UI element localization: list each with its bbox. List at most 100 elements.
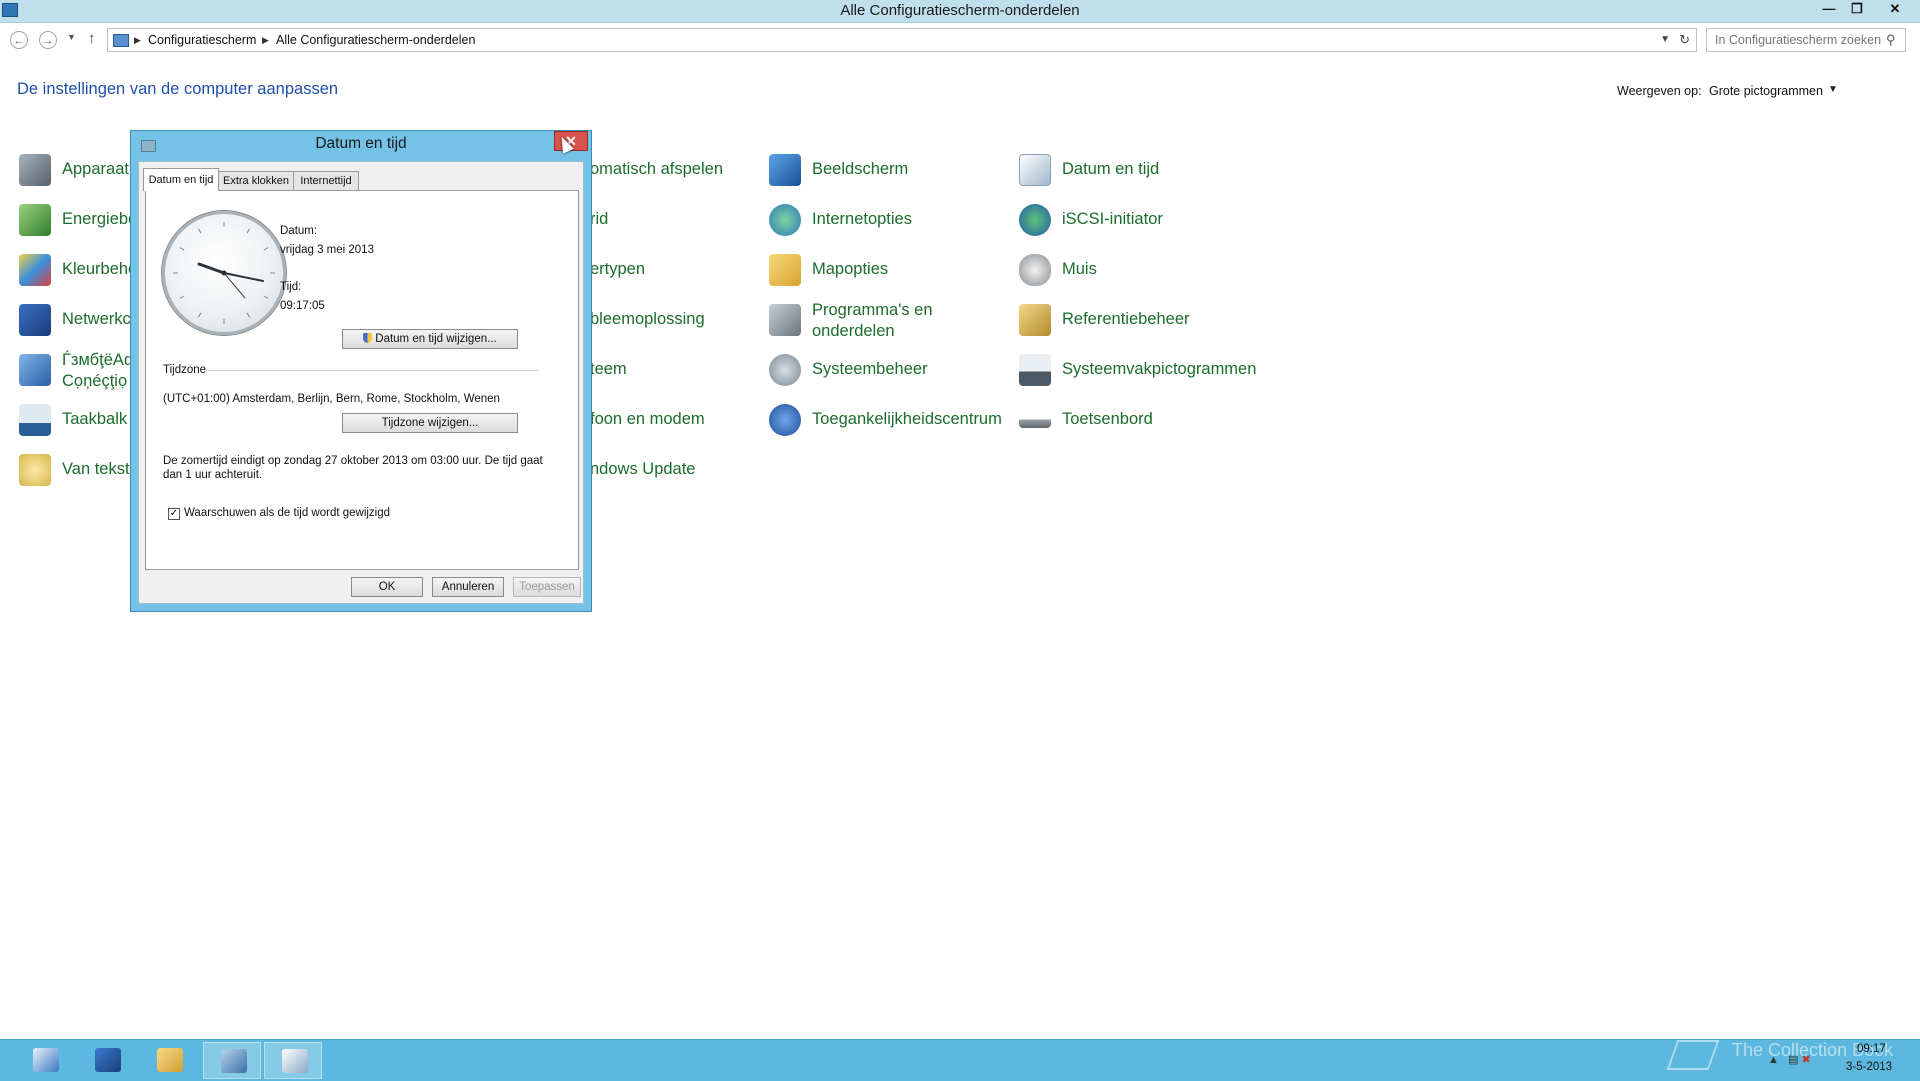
breadcrumb-separator-icon: ▶	[134, 35, 141, 45]
display-icon	[769, 154, 801, 186]
forward-button[interactable]: →	[39, 31, 57, 49]
item-beeldscherm[interactable]: Beeldscherm	[769, 150, 1009, 194]
apply-button[interactable]: Toepassen	[513, 577, 581, 597]
close-window-button[interactable]: ✕	[1882, 0, 1908, 18]
item-label: Beeldscherm	[812, 160, 909, 178]
item-label: ertypen	[590, 260, 646, 278]
page-heading: De instellingen van de computer aanpasse…	[17, 80, 339, 98]
globe-icon	[769, 204, 801, 236]
tray-icons[interactable]: ▲ ▤ ✖	[1768, 1053, 1811, 1066]
ok-button[interactable]: OK	[351, 577, 423, 597]
recent-pages-chevron-icon[interactable]: ▼	[67, 32, 76, 42]
restore-button[interactable]: ❐	[1844, 0, 1870, 18]
item-label-line1: ЃзмбţёАф	[62, 351, 138, 369]
clock-face-icon	[173, 222, 275, 324]
tab-date-time[interactable]: Datum en tijd	[143, 168, 219, 191]
device-manager-icon	[19, 154, 51, 186]
address-bar[interactable]: ▶ Configuratiescherm ▶ Alle Configuratie…	[107, 28, 1697, 52]
control-panel-icon	[221, 1049, 247, 1073]
dialog-body: Datum en tijd Extra klokken Internettijd	[138, 161, 584, 604]
item-label: ndows Update	[590, 460, 696, 478]
tray-alert-icon[interactable]: ✖	[1802, 1054, 1811, 1066]
item-label: Taakbalk	[62, 410, 128, 428]
item-mapopties[interactable]: Mapopties	[769, 250, 1009, 294]
search-icon[interactable]: ⚲	[1886, 32, 1896, 48]
taskbar-icon	[19, 404, 51, 436]
address-history-chevron-icon[interactable]: ▼	[1660, 29, 1670, 51]
back-button[interactable]: ←	[10, 31, 28, 49]
item-label: omatisch afspelen	[590, 160, 723, 178]
item-toegankelijkheidscentrum[interactable]: Toegankelijkheidscentrum	[769, 400, 1009, 444]
iscsi-globe-icon	[1019, 204, 1051, 236]
cancel-button[interactable]: Annuleren	[432, 577, 504, 597]
warn-checkbox[interactable]: ✓	[168, 508, 180, 520]
item-label: teem	[590, 360, 627, 378]
tray-network-icon[interactable]: ▤	[1788, 1054, 1798, 1066]
programs-icon	[769, 304, 801, 336]
date-label: Datum:	[280, 225, 318, 237]
date-time-dialog: Datum en tijd ✕ Datum en tijd Extra klok…	[130, 130, 592, 612]
item-label: rid	[590, 210, 609, 228]
item-systeemvakpictogrammen[interactable]: Systeemvakpictogrammen	[1019, 350, 1259, 394]
item-label: Mapopties	[812, 260, 889, 278]
taskbar-powershell[interactable]	[78, 1042, 136, 1079]
search-input[interactable]	[1706, 28, 1906, 52]
item-label: iSCSI-initiator	[1062, 210, 1163, 228]
taskbar-date-time[interactable]	[264, 1042, 322, 1079]
item-label: Systeembeheer	[812, 360, 928, 378]
item-muis[interactable]: Muis	[1019, 250, 1259, 294]
item-internetopties[interactable]: Internetopties	[769, 200, 1009, 244]
date-time-panel: Datum: vrijdag 3 mei 2013 Tijd: 09:17:05…	[145, 190, 579, 570]
view-by-dropdown-chevron-icon[interactable]: ▼	[1828, 84, 1838, 95]
item-label: Kleurbehe	[62, 260, 138, 278]
control-panel-icon	[113, 34, 129, 47]
credential-vault-icon	[1019, 304, 1051, 336]
timezone-value: (UTC+01:00) Amsterdam, Berlijn, Bern, Ro…	[163, 393, 500, 405]
timezone-divider	[206, 370, 538, 371]
tab-extra-clocks[interactable]: Extra klokken	[218, 171, 294, 190]
tray-date[interactable]: 3-5-2013	[1846, 1061, 1892, 1073]
tray-chevron-icon[interactable]: ▲	[1768, 1054, 1779, 1066]
item-label: Internetopties	[812, 210, 912, 228]
taskbar-control-panel[interactable]	[203, 1042, 261, 1079]
taskbar	[0, 1039, 1920, 1081]
notification-area-icon	[1019, 354, 1051, 386]
up-button[interactable]: ↑	[88, 30, 96, 47]
keyboard-icon	[1019, 414, 1051, 428]
item-iscsi-initiator[interactable]: iSCSI-initiator	[1019, 200, 1259, 244]
breadcrumb-control-panel[interactable]: Configuratiescherm	[148, 29, 256, 51]
tray-time[interactable]: 09:17	[1857, 1043, 1886, 1055]
folder-icon	[157, 1048, 183, 1072]
item-programmas-onderdelen[interactable]: Programma's en onderdelen	[769, 300, 1009, 344]
time-value: 09:17:05	[280, 300, 325, 312]
item-toetsenbord[interactable]: Toetsenbord	[1019, 400, 1259, 444]
item-systeembeheer[interactable]: Systeembeheer	[769, 350, 1009, 394]
mouse-icon	[1019, 254, 1051, 286]
item-label: ЃзмбţёАф Cо̣ņéçţiọ	[62, 350, 138, 392]
warn-checkbox-label: Waarschuwen als de tijd wordt gewijzigd	[184, 507, 391, 519]
item-label: Netwerkc	[62, 310, 131, 328]
minimize-button[interactable]: —	[1816, 0, 1842, 18]
item-label: Muis	[1062, 260, 1097, 278]
change-date-time-label: Datum en tijd wijzigen...	[375, 333, 497, 345]
server-manager-icon	[33, 1048, 59, 1072]
speech-bubble-icon	[19, 454, 51, 486]
tab-internet-time[interactable]: Internettijd	[293, 171, 359, 190]
taskbar-server-manager[interactable]	[16, 1042, 74, 1079]
item-label: bleemoplossing	[590, 310, 705, 328]
view-by-dropdown[interactable]: Grote pictogrammen	[1709, 84, 1823, 98]
time-label: Tijd:	[280, 281, 302, 293]
refresh-icon[interactable]: ↻	[1679, 29, 1690, 51]
item-referentiebeheer[interactable]: Referentiebeheer	[1019, 300, 1259, 344]
change-timezone-button[interactable]: Tijdzone wijzigen...	[342, 413, 518, 433]
window-title: Alle Configuratiescherm-onderdelen	[840, 2, 1080, 19]
analog-clock	[162, 211, 286, 335]
gear-icon	[769, 354, 801, 386]
uac-shield-icon	[363, 333, 373, 343]
breadcrumb-all-items[interactable]: Alle Configuratiescherm-onderdelen	[276, 29, 475, 51]
taskbar-explorer[interactable]	[140, 1042, 198, 1079]
network-center-icon	[19, 304, 51, 336]
remote-desktop-icon	[19, 354, 51, 386]
change-date-time-button[interactable]: Datum en tijd wijzigen...	[342, 329, 518, 349]
item-datum-tijd[interactable]: Datum en tijd	[1019, 150, 1259, 194]
